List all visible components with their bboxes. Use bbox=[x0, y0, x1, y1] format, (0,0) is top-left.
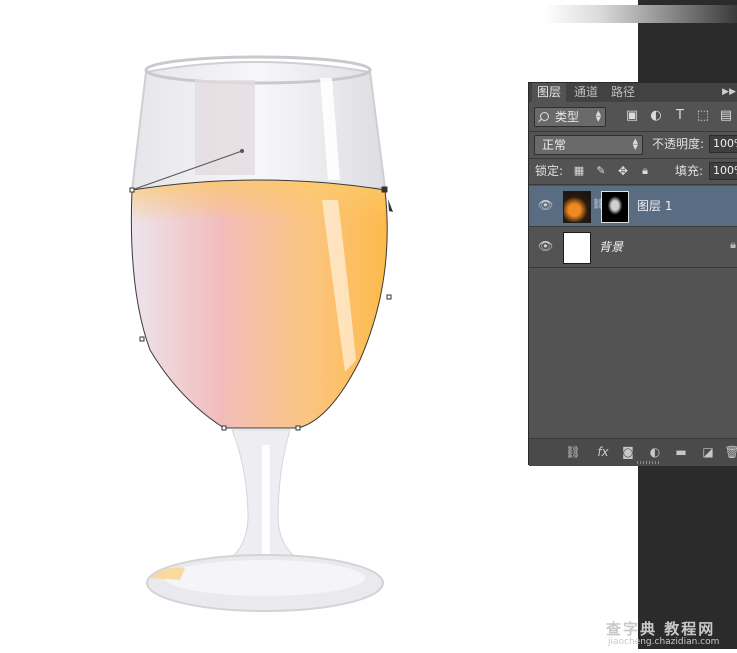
adjustment-filter-icon[interactable]: ◐ bbox=[648, 108, 664, 124]
delete-icon[interactable]: 🗑︎ bbox=[723, 444, 737, 460]
glass-reflection bbox=[195, 80, 255, 175]
watermark: 查字典 教程网 jiaocheng.chazidian.com bbox=[606, 618, 737, 649]
watermark-text: 查字典 教程网 bbox=[606, 620, 716, 638]
watermark-url: jiaocheng.chazidian.com bbox=[608, 637, 720, 647]
tab-layers[interactable]: 图层 bbox=[532, 83, 567, 102]
add-mask-icon[interactable]: ◙ bbox=[619, 444, 637, 460]
anchor-point[interactable] bbox=[221, 425, 227, 431]
link-icon[interactable]: ⛓ bbox=[564, 444, 582, 460]
image-filter-icon[interactable]: ▣ bbox=[624, 108, 640, 124]
group-folder-icon[interactable]: ▬ bbox=[672, 444, 690, 460]
tab-channels[interactable]: 通道 bbox=[569, 83, 603, 102]
smart-object-filter-icon[interactable]: ▤ bbox=[718, 108, 734, 124]
updown-arrow-icon: ▲ ▼ bbox=[595, 109, 601, 123]
bezier-handle-point[interactable] bbox=[240, 149, 244, 153]
layer-row-layer1[interactable]: 👁︎ ⛓ 图层 1 bbox=[529, 186, 737, 226]
divider bbox=[529, 267, 737, 268]
blend-mode-select[interactable]: 正常 ▲ ▼ bbox=[534, 135, 643, 155]
new-layer-icon[interactable]: ◪ bbox=[699, 444, 717, 460]
panel-menu-icon[interactable]: ▶▶ bbox=[722, 83, 736, 102]
divider bbox=[529, 184, 737, 185]
lock-position-icon[interactable]: ✥ bbox=[615, 163, 631, 179]
divider bbox=[529, 158, 737, 159]
anchor-point[interactable] bbox=[129, 187, 135, 193]
layer-thumbnail[interactable] bbox=[563, 232, 591, 264]
anchor-point[interactable] bbox=[386, 294, 392, 300]
shape-filter-icon[interactable]: ⬚ bbox=[695, 108, 711, 124]
layer-mask-thumbnail[interactable] bbox=[601, 191, 629, 223]
anchor-point[interactable] bbox=[139, 336, 145, 342]
fill-field[interactable]: 100% bbox=[709, 162, 737, 180]
glass-foot-inner bbox=[165, 560, 365, 596]
resize-grip[interactable] bbox=[637, 461, 659, 464]
anchor-point-selected[interactable] bbox=[381, 186, 388, 193]
fx-icon[interactable]: fx bbox=[594, 444, 612, 460]
lock-brush-icon[interactable]: ✎ bbox=[593, 163, 609, 179]
filter-label: 类型 bbox=[555, 110, 580, 124]
updown-arrow-icon: ▲ ▼ bbox=[632, 137, 638, 151]
text-filter-icon[interactable]: T bbox=[672, 108, 688, 124]
panel-tabs: 图层 通道 路径 ▶▶ bbox=[529, 83, 737, 102]
fill-label: 填充: bbox=[675, 164, 704, 178]
layer-thumbnail[interactable] bbox=[563, 191, 591, 223]
opacity-field[interactable]: 100% bbox=[709, 135, 737, 153]
panel-bottom-toolbar: ⛓ fx ◙ ◐ ▬ ◪ 🗑︎ bbox=[529, 438, 737, 466]
tab-paths[interactable]: 路径 bbox=[606, 83, 640, 102]
visibility-eye-icon[interactable]: 👁︎ bbox=[538, 239, 553, 253]
search-icon bbox=[540, 112, 549, 121]
gradient-bar bbox=[545, 5, 737, 23]
blend-mode-value: 正常 bbox=[542, 138, 567, 152]
pen-cursor-icon bbox=[388, 199, 393, 212]
opacity-label: 不透明度: bbox=[652, 137, 705, 151]
stem-highlight bbox=[262, 445, 270, 555]
anchor-point[interactable] bbox=[295, 425, 301, 431]
lock-icon: 🔒︎ bbox=[730, 238, 736, 251]
visibility-eye-icon[interactable]: 👁︎ bbox=[538, 198, 553, 212]
layer-row-background[interactable]: 👁︎ 背景 🔒︎ bbox=[529, 227, 737, 267]
lock-all-icon[interactable]: 🔒︎ bbox=[637, 163, 653, 179]
adjustment-icon[interactable]: ◐ bbox=[646, 444, 664, 460]
layer-name[interactable]: 背景 bbox=[599, 238, 623, 255]
divider bbox=[529, 131, 737, 132]
layer-filter-select[interactable]: 类型 ▲ ▼ bbox=[534, 107, 606, 127]
lock-transparent-icon[interactable]: ▦ bbox=[571, 163, 587, 179]
layers-panel: 图层 通道 路径 ▶▶ 类型 ▲ ▼ ▣ ◐ T ⬚ ▤ 正常 ▲ ▼ 不透明度: … bbox=[528, 82, 737, 466]
glass-bowl-top bbox=[130, 61, 387, 192]
lock-label: 锁定: bbox=[535, 164, 564, 178]
layer-name[interactable]: 图层 1 bbox=[637, 197, 672, 214]
